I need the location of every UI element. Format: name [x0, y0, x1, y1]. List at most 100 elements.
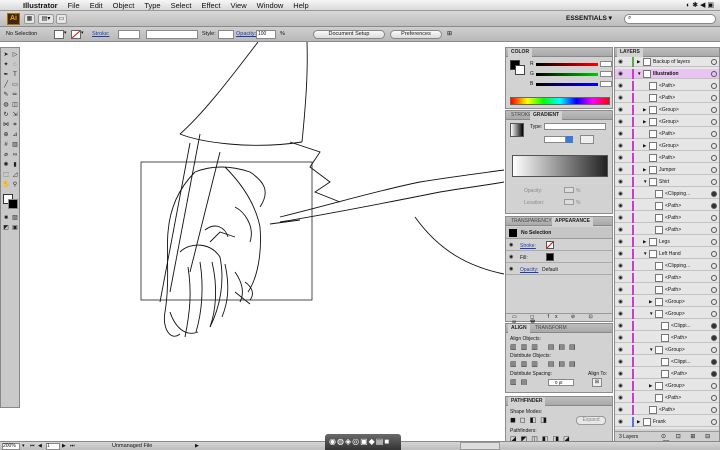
angle-dropdown-icon[interactable] [566, 136, 573, 143]
distribute-objects-buttons[interactable]: ▥▥▥ ▤▤▤ [510, 360, 580, 368]
visibility-eye-icon[interactable]: ◉ [617, 71, 624, 77]
visibility-eye-icon[interactable]: ◉ [617, 143, 624, 149]
expand-triangle-icon[interactable]: ▶ [643, 239, 648, 245]
layer-name[interactable]: <Path> [665, 227, 681, 233]
fill-dropdown-icon[interactable]: ▾ [64, 30, 69, 39]
align-objects-buttons[interactable]: ▥▥▥ ▤▤▤ [510, 343, 580, 351]
stroke-swatch[interactable] [71, 30, 81, 39]
layer-row[interactable]: ◉ ▶ <Group> [615, 297, 719, 307]
artboard-canvas[interactable] [20, 42, 504, 441]
blue-slider[interactable] [536, 83, 598, 86]
layer-row[interactable]: ◉ <Path> [615, 213, 719, 223]
layer-target-icon[interactable] [711, 155, 717, 161]
layer-row[interactable]: ◉ <Path> [615, 405, 719, 415]
stroke-label[interactable]: Stroke: [92, 31, 109, 37]
screen-mode-icon[interactable]: ▭ [56, 14, 67, 24]
layer-row[interactable]: ◉ ▶ <Group> [615, 141, 719, 151]
layer-row[interactable]: ◉ <Clipping... [615, 189, 719, 199]
arrange-documents-icon[interactable]: ▤▾ [38, 14, 54, 24]
visibility-eye-icon[interactable]: ◉ [617, 251, 624, 257]
layer-name[interactable]: <Clipping... [665, 263, 690, 269]
layer-target-icon[interactable] [711, 251, 717, 257]
gradient-mode-icon[interactable]: ▨ [11, 214, 19, 222]
layer-row[interactable]: ◉ <Path> [615, 81, 719, 91]
visibility-eye-icon[interactable]: ◉ [617, 155, 624, 161]
visibility-eye-icon[interactable]: ◉ [617, 59, 624, 65]
menu-object[interactable]: Object [108, 0, 140, 11]
visibility-eye-icon[interactable]: ◉ [617, 335, 624, 341]
status-icons[interactable]: ◐ ✱ ◀ ▣ [686, 1, 714, 9]
appearance-opacity-row[interactable]: ◉ Opacity: Default [506, 264, 612, 275]
appearance-stroke-row[interactable]: ◉ Stroke: [506, 240, 612, 251]
layer-name[interactable]: <Group> [665, 311, 685, 317]
menu-effect[interactable]: Effect [196, 0, 225, 11]
opacity-label[interactable]: Opacity: [236, 31, 256, 37]
layer-target-icon[interactable] [711, 179, 717, 185]
illustration-artwork[interactable] [20, 42, 504, 441]
blob-brush-tool-icon[interactable]: ◍ [2, 101, 10, 109]
layer-row[interactable]: ◉ ▼ <Group> [615, 309, 719, 319]
visibility-eye-icon[interactable]: ◉ [617, 119, 624, 125]
zoom-dropdown-icon[interactable]: ▾ [22, 443, 25, 449]
layer-name[interactable]: <Group> [665, 383, 685, 389]
layer-target-icon[interactable] [711, 299, 717, 305]
green-slider[interactable] [536, 73, 598, 76]
layer-target-icon[interactable] [711, 371, 717, 377]
layer-target-icon[interactable] [711, 263, 717, 269]
layer-row[interactable]: ◉ <Path> [615, 153, 719, 163]
draw-mode-icon[interactable]: ◩ [2, 224, 10, 232]
layer-target-icon[interactable] [711, 107, 717, 113]
selection-tool-icon[interactable]: ➤ [2, 51, 10, 59]
visibility-eye-icon[interactable]: ◉ [617, 419, 624, 425]
visibility-eye-icon[interactable]: ◉ [617, 95, 624, 101]
layer-name[interactable]: Frank [653, 419, 666, 425]
tab-color[interactable]: COLOR [508, 48, 533, 57]
layer-row[interactable]: ◉ <Path> [615, 129, 719, 139]
layer-row[interactable]: ◉ <Path> [615, 333, 719, 343]
layer-row[interactable]: ◉ ▶ Backup of layers [615, 57, 719, 67]
menu-select[interactable]: Select [166, 0, 197, 11]
layer-name[interactable]: <Path> [659, 131, 675, 137]
layer-name[interactable]: Illustration [653, 71, 679, 77]
document-setup-button[interactable]: Document Setup [313, 30, 385, 39]
gradient-thumbnail[interactable] [510, 123, 524, 137]
dock-app-icons[interactable]: ◉◍◈◎▣◆▤■ [329, 437, 390, 446]
tab-align[interactable]: ALIGN [508, 324, 530, 333]
layer-name[interactable]: <Clippi... [671, 359, 691, 365]
layer-target-icon[interactable] [711, 287, 717, 293]
gradient-tool-icon[interactable]: ▥ [11, 141, 19, 149]
appearance-fill-row[interactable]: ◉ Fill: [506, 252, 612, 263]
preferences-button[interactable]: Preferences [390, 30, 442, 39]
fill-swatch[interactable] [54, 30, 64, 39]
layer-name[interactable]: <Path> [671, 371, 687, 377]
visibility-eye-icon[interactable]: ◉ [617, 191, 624, 197]
layer-row[interactable]: ◉ <Path> [615, 273, 719, 283]
layer-name[interactable]: <Path> [665, 287, 681, 293]
visibility-eye-icon[interactable]: ◉ [509, 254, 513, 260]
zoom-tool-icon[interactable]: ⚲ [11, 181, 19, 189]
expand-triangle-icon[interactable]: ▶ [649, 383, 654, 389]
layer-name[interactable]: <Path> [665, 395, 681, 401]
tab-transform[interactable]: TRANSFORM [532, 324, 570, 333]
layer-target-icon[interactable] [711, 347, 717, 353]
color-fill-swatch[interactable] [515, 65, 525, 75]
expand-button[interactable]: Expand [576, 416, 606, 425]
collapse-triangle-icon[interactable]: ▼ [649, 311, 654, 317]
tab-appearance[interactable]: APPEARANCE [552, 217, 594, 226]
green-value-field[interactable] [600, 71, 612, 77]
gradient-angle-field[interactable] [544, 136, 566, 143]
status-menu-icon[interactable]: ▶ [195, 443, 199, 449]
layer-name[interactable]: <Path> [659, 407, 675, 413]
menu-help[interactable]: Help [288, 0, 313, 11]
line-tool-icon[interactable]: ╱ [2, 81, 10, 89]
layer-target-icon[interactable] [711, 119, 717, 125]
expand-triangle-icon[interactable]: ▶ [637, 419, 642, 425]
last-artboard-icon[interactable]: ⏭ [70, 443, 75, 449]
visibility-eye-icon[interactable]: ◉ [617, 203, 624, 209]
next-artboard-icon[interactable]: ▶ [62, 443, 66, 449]
layer-target-icon[interactable] [711, 239, 717, 245]
layer-row[interactable]: ◉ ▶ <Group> [615, 381, 719, 391]
blend-tool-icon[interactable]: ∞ [11, 151, 19, 159]
layer-target-icon[interactable] [711, 419, 717, 425]
align-to-dropdown[interactable]: ⊞ [592, 378, 602, 387]
